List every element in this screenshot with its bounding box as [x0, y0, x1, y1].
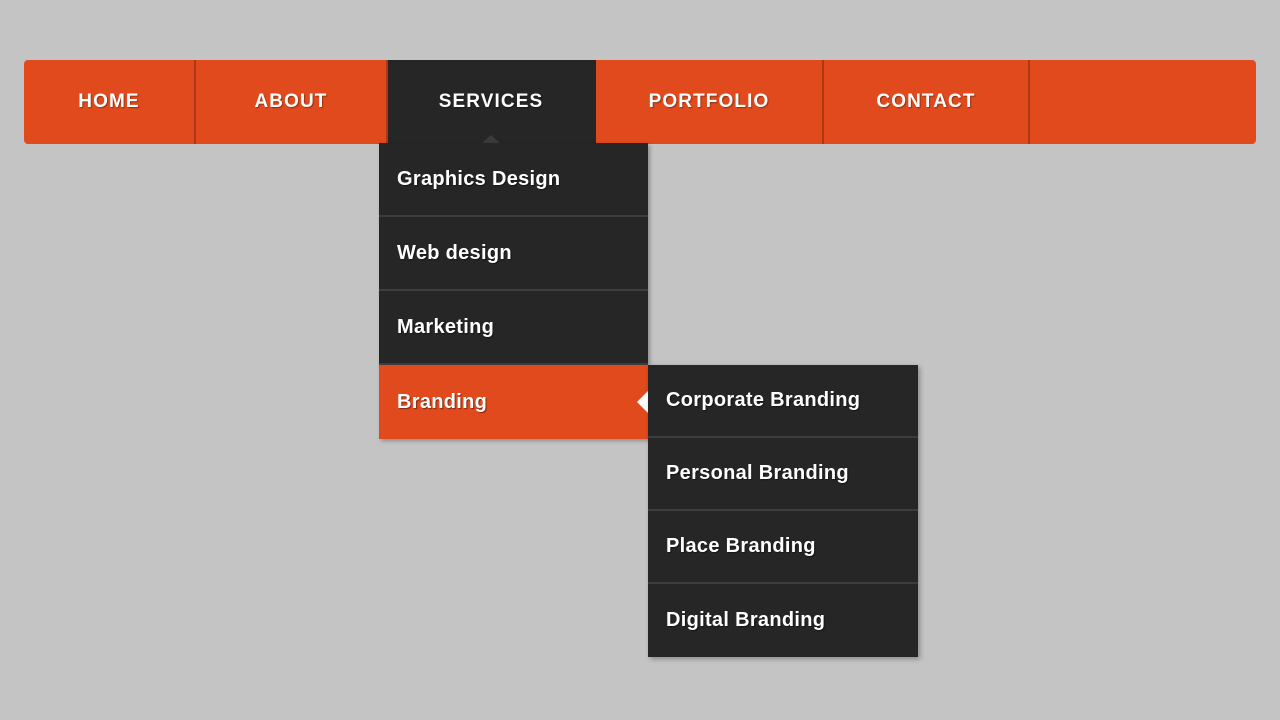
submenu-item-label: Digital Branding — [666, 609, 826, 631]
nav-item-contact-label: CONTACT — [876, 91, 976, 112]
submenu-item-label: Corporate Branding — [666, 389, 861, 411]
submenu-item-place-branding[interactable]: Place Branding — [648, 511, 918, 584]
caret-left-icon — [637, 391, 648, 413]
dropdown-item-label: Branding — [397, 390, 488, 413]
services-dropdown-menu: Graphics Design Web design Marketing Bra… — [379, 143, 648, 439]
dropdown-item-label: Graphics Design — [397, 167, 561, 190]
dropdown-item-web-design[interactable]: Web design — [379, 217, 648, 291]
nav-item-home[interactable]: HOME — [24, 60, 196, 144]
dropdown-item-label: Web design — [397, 241, 512, 264]
nav-item-services[interactable]: SERVICES — [388, 60, 596, 145]
nav-item-portfolio-label: PORTFOLIO — [648, 91, 770, 112]
submenu-item-digital-branding[interactable]: Digital Branding — [648, 584, 918, 657]
submenu-item-personal-branding[interactable]: Personal Branding — [648, 438, 918, 511]
nav-item-portfolio[interactable]: PORTFOLIO — [596, 60, 824, 144]
submenu-item-corporate-branding[interactable]: Corporate Branding — [648, 365, 918, 438]
nav-item-about-label: ABOUT — [254, 91, 328, 112]
nav-item-about[interactable]: ABOUT — [196, 60, 388, 144]
submenu-item-label: Personal Branding — [666, 462, 849, 484]
dropdown-item-graphics-design[interactable]: Graphics Design — [379, 143, 648, 217]
dropdown-item-branding[interactable]: Branding — [379, 365, 648, 439]
nav-item-contact[interactable]: CONTACT — [824, 60, 1030, 144]
dropdown-item-label: Marketing — [397, 315, 495, 338]
dropdown-item-marketing[interactable]: Marketing — [379, 291, 648, 365]
nav-item-home-label: HOME — [78, 91, 140, 112]
submenu-item-label: Place Branding — [666, 535, 816, 557]
main-navigation-bar: HOME ABOUT SERVICES PORTFOLIO CONTACT — [24, 60, 1256, 145]
branding-submenu: Corporate Branding Personal Branding Pla… — [648, 365, 918, 657]
nav-item-services-label: SERVICES — [438, 91, 544, 112]
nav-empty-area — [1030, 60, 1256, 144]
